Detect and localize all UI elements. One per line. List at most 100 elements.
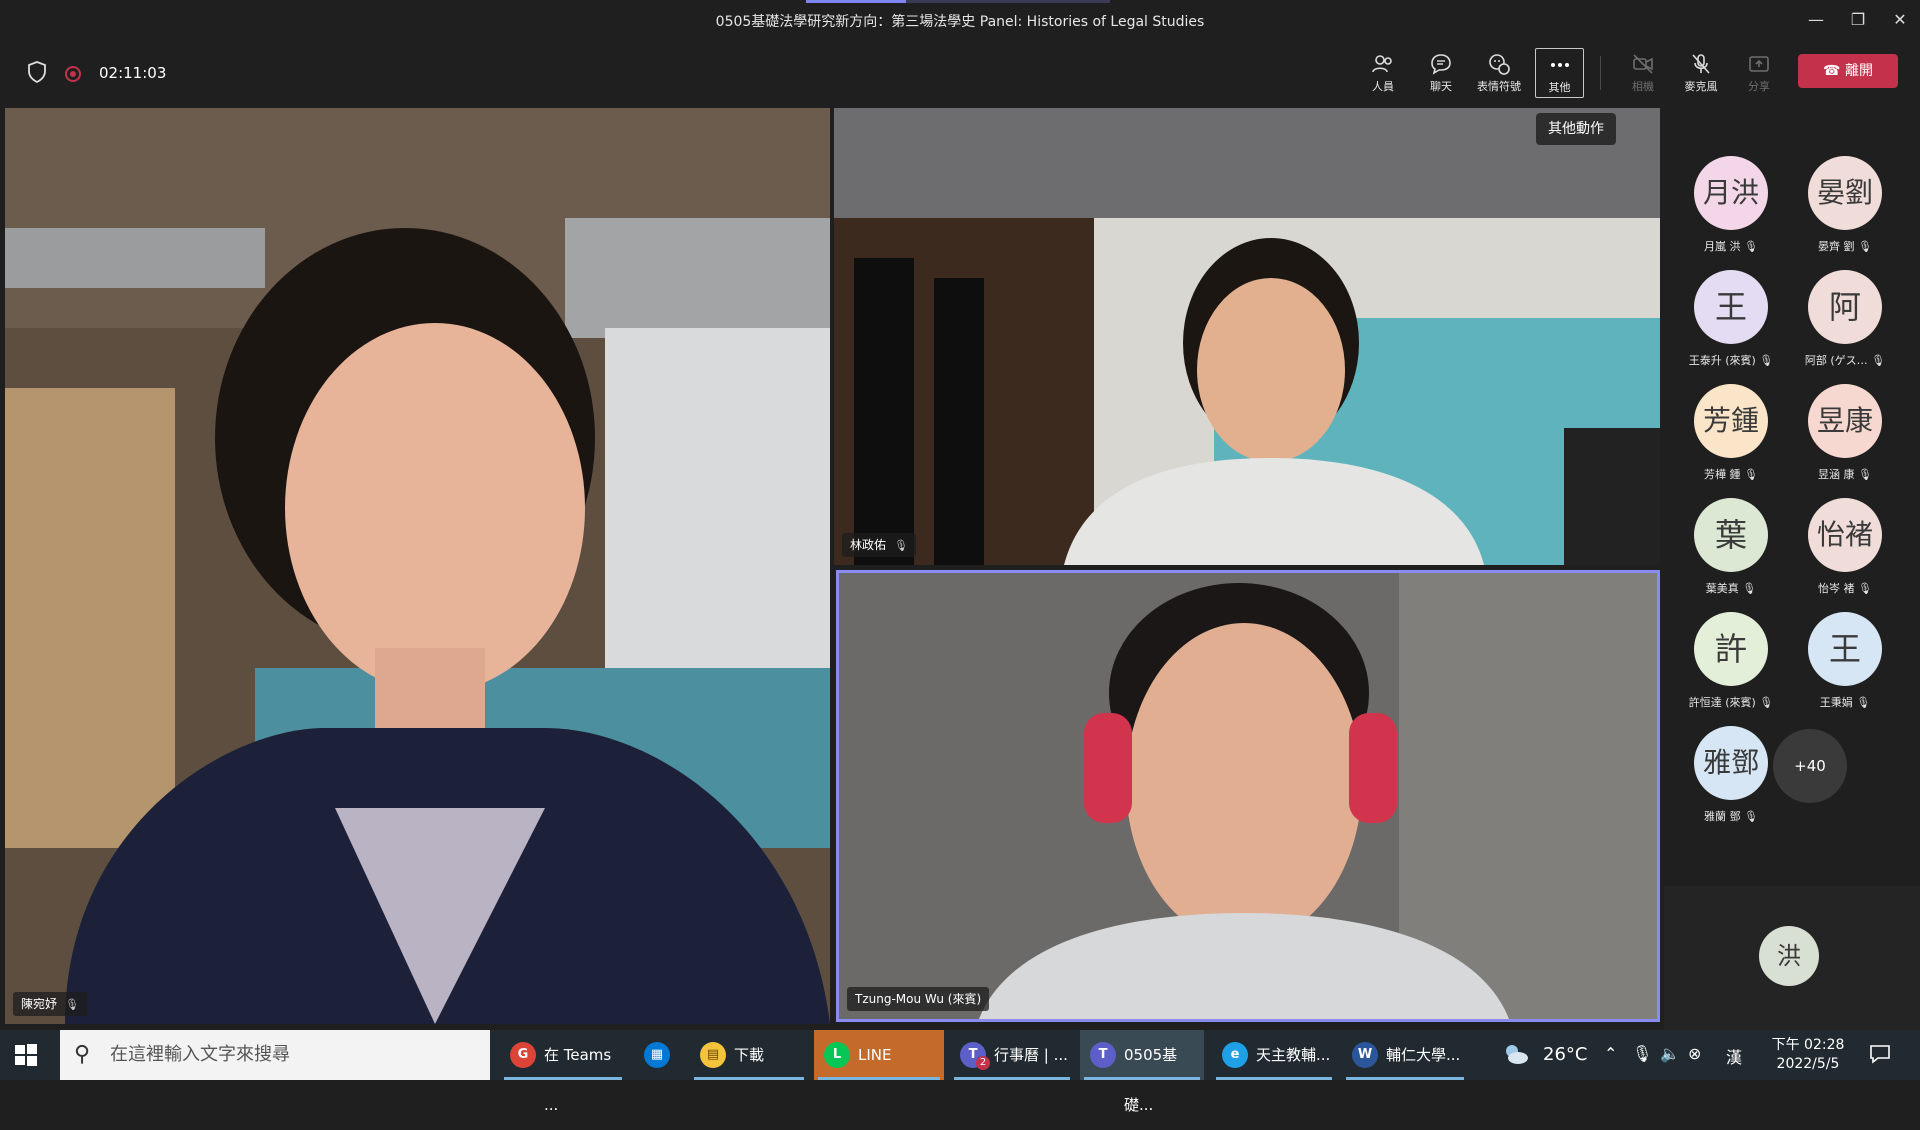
- taskbar-app[interactable]: T 2 行事曆 | ...: [950, 1030, 1074, 1080]
- participant-name: 怡岑 褚 🎙: [1818, 582, 1872, 595]
- video-tile-top-right[interactable]: 林政佑 🎙: [834, 108, 1660, 565]
- people-icon: [1372, 55, 1392, 73]
- participant-video: [5, 108, 830, 1024]
- taskbar-app-label: 下載: [734, 1046, 765, 1064]
- screen-share-progress: [806, 0, 1110, 3]
- participant-avatar[interactable]: 阿: [1808, 270, 1882, 344]
- participant-name: 月嵐 洪 🎙: [1704, 240, 1758, 253]
- participant-name: 芳樺 鍾 🎙: [1704, 468, 1758, 481]
- participant-avatar[interactable]: 昱康: [1808, 384, 1882, 458]
- participant-name: 王泰升 (來賓) 🎙: [1688, 354, 1774, 367]
- mic-muted-icon: 🎙: [894, 539, 908, 552]
- hangup-icon: ☎: [1823, 63, 1841, 79]
- store-icon: ▦: [644, 1042, 670, 1068]
- camera-off-icon: [1633, 54, 1653, 74]
- video-tile-bottom-right[interactable]: Tzung-Mou Wu (來賓): [836, 570, 1660, 1022]
- taskbar-app-label: 0505基礎...: [1124, 1046, 1178, 1114]
- taskbar-app-label: 行事曆 | ...: [994, 1046, 1068, 1064]
- taskbar-app[interactable]: T 0505基礎...: [1080, 1030, 1204, 1114]
- participant-avatar[interactable]: 晏劉: [1808, 156, 1882, 230]
- participant-name: 阿部 (ゲス… 🎙: [1804, 354, 1886, 367]
- line-icon: L: [824, 1042, 850, 1068]
- taskbar-app[interactable]: e 天主教輔...: [1212, 1030, 1336, 1080]
- participant-avatar[interactable]: 葉: [1694, 498, 1768, 572]
- ellipsis-icon: [1550, 63, 1569, 67]
- taskbar-app-label: 在 Teams ...: [544, 1046, 612, 1114]
- leave-button[interactable]: ☎ 離開: [1798, 54, 1898, 88]
- participant-avatar[interactable]: 王: [1808, 612, 1882, 686]
- participant-name-tag: Tzung-Mou Wu (來賓): [847, 987, 990, 1011]
- overflow-participants-button[interactable]: +40: [1773, 729, 1847, 803]
- more-actions-button[interactable]: 其他: [1535, 48, 1584, 98]
- participant-avatar[interactable]: 怡褚: [1808, 498, 1882, 572]
- chrome-icon: G: [510, 1042, 536, 1068]
- weather-icon: [1502, 1042, 1530, 1070]
- search-icon: ⚲: [74, 1042, 91, 1067]
- windows-start-icon[interactable]: [14, 1043, 38, 1067]
- participant-avatar[interactable]: 許: [1694, 612, 1768, 686]
- participant-avatar[interactable]: 王: [1694, 270, 1768, 344]
- taskbar-search-box[interactable]: ⚲ 在這裡輸入文字來搜尋: [60, 1030, 490, 1080]
- notifications-icon[interactable]: [1868, 1042, 1892, 1070]
- camera-button[interactable]: 相機: [1616, 48, 1670, 98]
- window-title: 0505基礎法學研究新方向：第三場法學史 Panel: Histories of…: [715, 14, 1205, 30]
- mic-muted-icon: 🎙: [65, 998, 79, 1011]
- participant-name: 葉美真 🎙: [1705, 582, 1757, 595]
- progress-fill: [806, 0, 907, 3]
- microphone-icon[interactable]: 🎙: [1632, 1044, 1652, 1063]
- participant-avatar[interactable]: 芳鍾: [1694, 384, 1768, 458]
- toolbar-divider: [1600, 56, 1601, 90]
- participant-name: 雅蘭 鄧 🎙: [1704, 810, 1758, 823]
- taskbar-app[interactable]: G 在 Teams ...: [500, 1030, 626, 1114]
- taskbar-app[interactable]: ▤ 下載: [690, 1030, 808, 1080]
- participant-avatar[interactable]: 雅鄧: [1694, 726, 1768, 800]
- taskbar-app-label: 輔仁大學...: [1386, 1046, 1461, 1064]
- share-button[interactable]: 分享: [1732, 48, 1786, 98]
- participant-name: 晏齊 劉 🎙: [1818, 240, 1872, 253]
- mic-button[interactable]: 麥克風: [1674, 48, 1728, 98]
- taskbar-app[interactable]: W 輔仁大學...: [1342, 1030, 1468, 1080]
- chat-icon: [1431, 54, 1451, 75]
- video-tile-main[interactable]: 陳宛妤 🎙: [5, 108, 830, 1024]
- chevron-up-icon[interactable]: ⌃: [1604, 1044, 1617, 1063]
- folder-icon: ▤: [700, 1042, 726, 1068]
- ie-icon: e: [1222, 1042, 1248, 1068]
- shield-icon: [28, 61, 46, 84]
- speaker-icon[interactable]: 🔈: [1660, 1044, 1680, 1063]
- notification-badge: 2: [976, 1056, 990, 1070]
- self-avatar: 洪: [1759, 926, 1819, 986]
- participant-name-tag: 林政佑 🎙: [842, 533, 916, 557]
- participant-name-tag: 陳宛妤 🎙: [13, 992, 87, 1016]
- minimize-button[interactable]: —: [1796, 6, 1836, 34]
- taskbar-app[interactable]: ▦: [634, 1030, 684, 1080]
- participant-name: 昱涵 康 🎙: [1818, 468, 1872, 481]
- restore-button[interactable]: ❐: [1838, 6, 1878, 34]
- people-button[interactable]: 人員: [1356, 48, 1410, 98]
- recording-icon: [65, 66, 81, 82]
- title-bar: 0505基礎法學研究新方向：第三場法學史 Panel: Histories of…: [0, 0, 1920, 40]
- participant-name: 王秉娟 🎙: [1819, 696, 1871, 709]
- participant-video: [834, 108, 1660, 565]
- taskbar-app-label: LINE: [858, 1046, 892, 1064]
- windows-taskbar: ⚲ 在這裡輸入文字來搜尋 G 在 Teams ... ▦ ▤ 下載 L LINE T 2 行事曆 …: [0, 1030, 1920, 1114]
- word-icon: W: [1352, 1042, 1378, 1068]
- mic-off-icon: [1692, 54, 1710, 74]
- ime-icon[interactable]: 漢: [1726, 1044, 1742, 1068]
- participant-video: [839, 573, 1657, 1019]
- close-window-button[interactable]: ✕: [1880, 6, 1920, 34]
- taskbar-app-label: 天主教輔...: [1256, 1046, 1331, 1064]
- taskbar-clock[interactable]: 下午 02:28 2022/5/5: [1768, 1036, 1848, 1074]
- participant-avatar[interactable]: 月洪: [1694, 156, 1768, 230]
- more-actions-tooltip: 其他動作: [1536, 113, 1616, 145]
- chat-button[interactable]: 聊天: [1414, 48, 1468, 98]
- weather-temperature: 26°C: [1543, 1044, 1588, 1065]
- call-timer: 02:11:03: [99, 64, 167, 82]
- meeting-toolbar: 02:11:03 人員 聊天 表情符號 其他 相機 麥克風 分享 ☎ 離開: [0, 40, 1920, 106]
- share-tray-icon: [1749, 56, 1769, 72]
- participant-name: 許恒達 (來賓) 🎙: [1688, 696, 1774, 709]
- network-disconnected-icon[interactable]: ⊗: [1688, 1044, 1701, 1063]
- emoji-icon: [1489, 54, 1510, 75]
- teams-icon: T: [1090, 1042, 1116, 1068]
- reactions-button[interactable]: 表情符號: [1472, 48, 1526, 98]
- taskbar-app[interactable]: L LINE: [814, 1030, 944, 1080]
